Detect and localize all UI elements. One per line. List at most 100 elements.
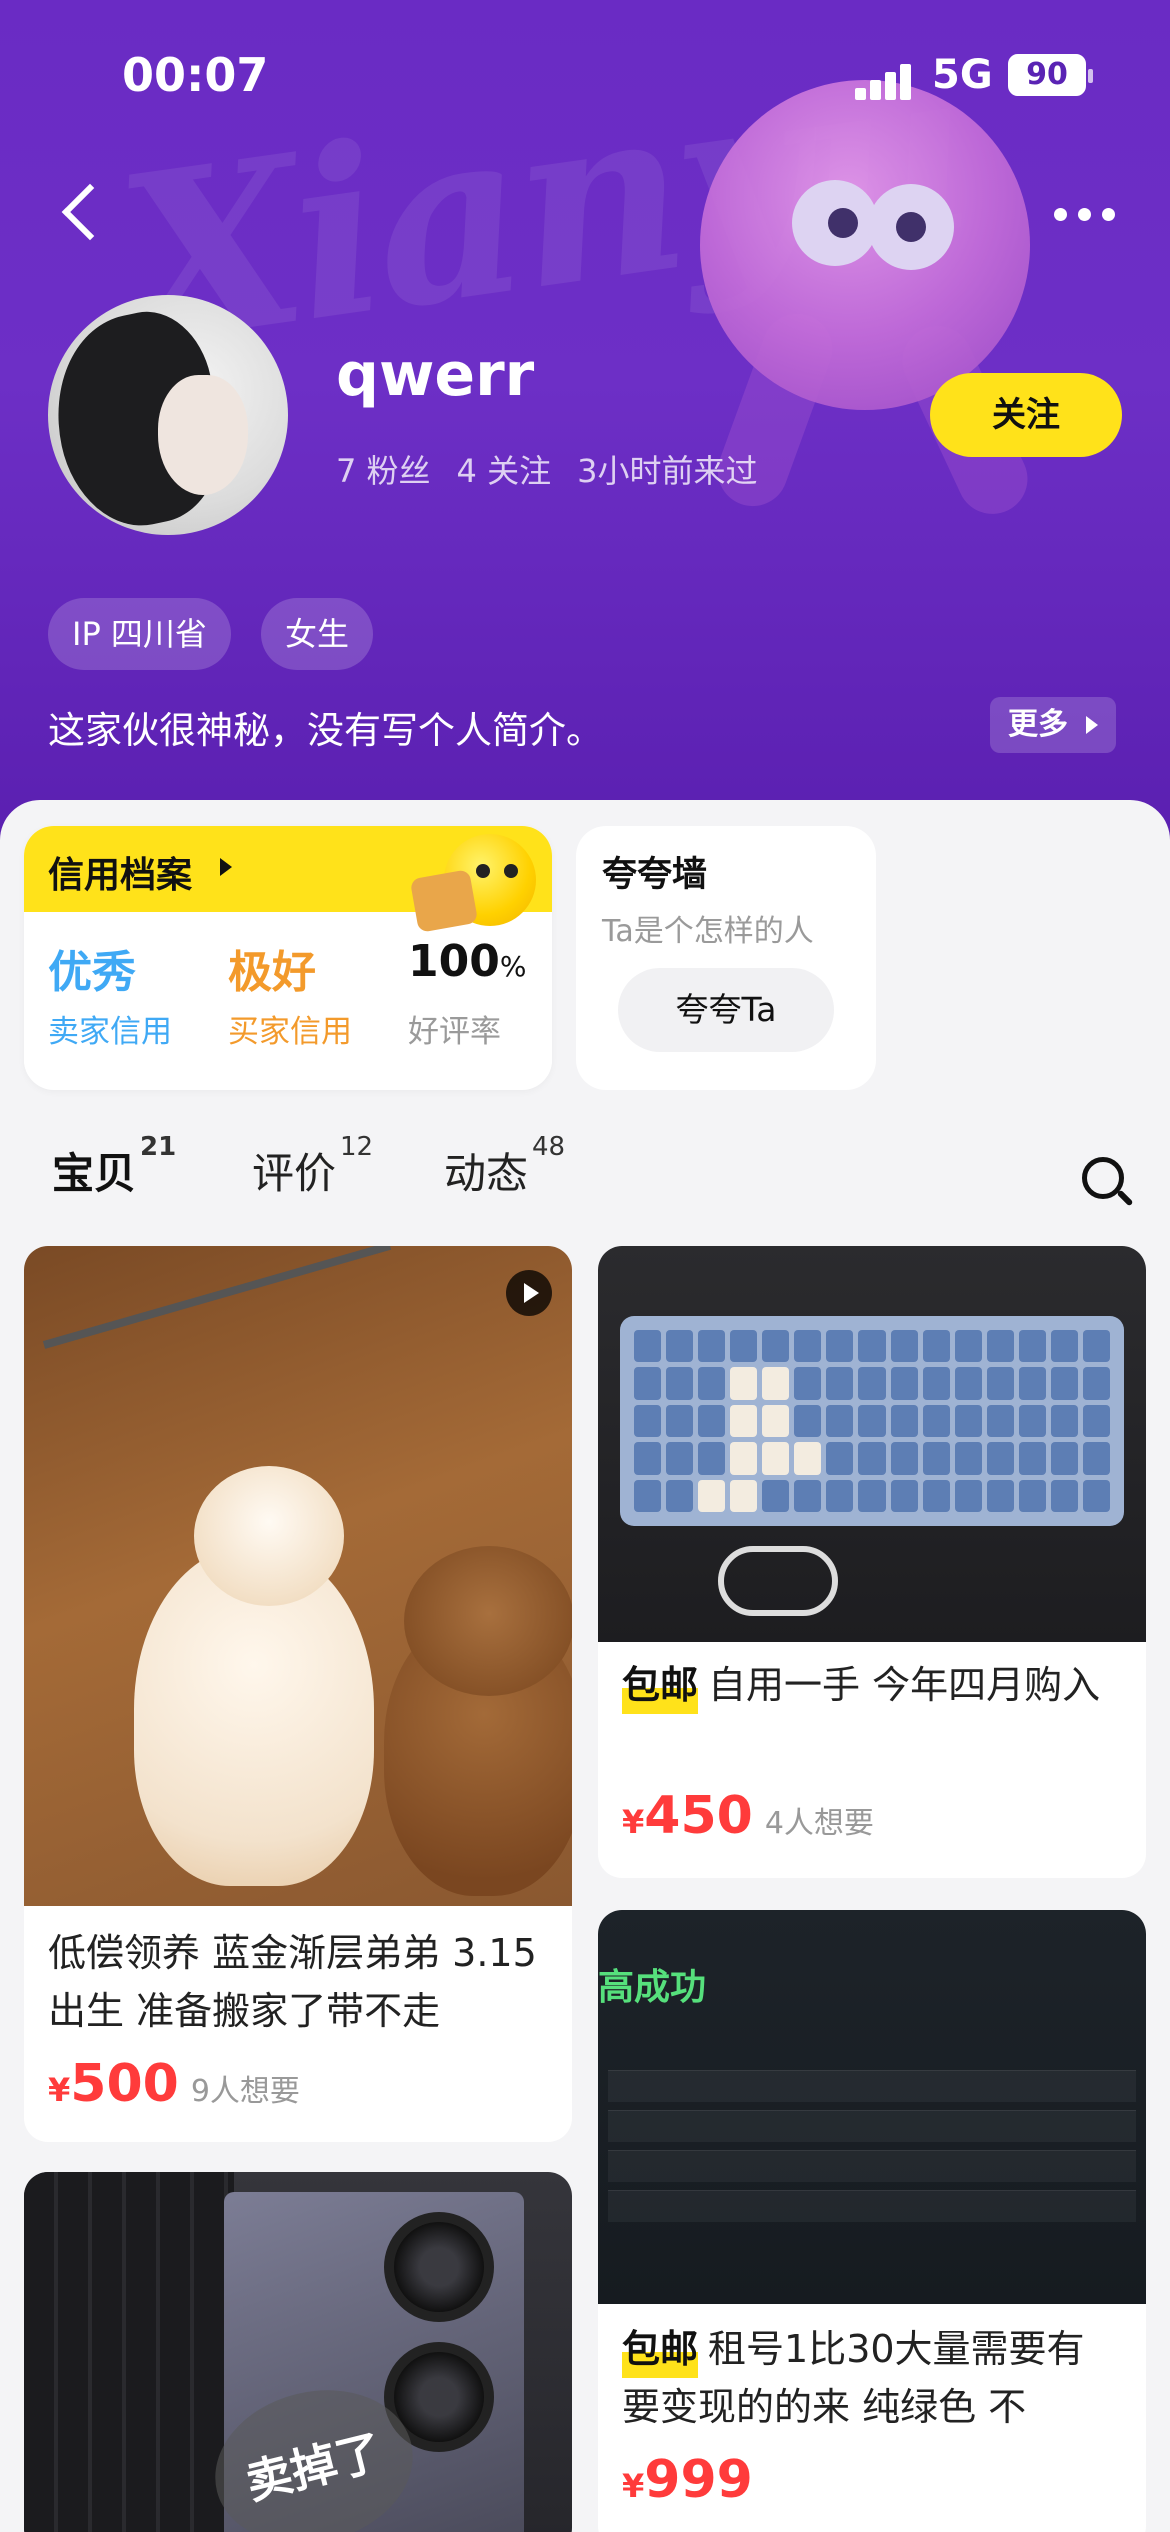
keycap	[858, 1479, 886, 1512]
gender-tag: 女生	[261, 598, 374, 670]
keycap	[762, 1404, 790, 1438]
positive-rate-unit: %	[499, 950, 527, 983]
keycap	[890, 1367, 918, 1400]
keycap	[826, 1330, 854, 1363]
buyer-credit-value: 极好	[228, 947, 316, 998]
keycap	[954, 1330, 982, 1363]
keycap	[922, 1442, 950, 1475]
product-card[interactable]: 高成功 包邮 租号1比30大量需要有要变现的的来 纯绿色 不 ¥999	[598, 1910, 1146, 2532]
keycap	[666, 1404, 694, 1438]
more-options-icon[interactable]	[1050, 195, 1120, 235]
product-title: 包邮 自用一手 今年四月购入	[622, 1656, 1122, 1714]
last-seen: 3小时前来过	[577, 452, 758, 490]
following-count[interactable]: 4 关注	[457, 446, 552, 492]
keycap	[730, 1479, 758, 1512]
keycap	[730, 1330, 758, 1363]
keycap	[794, 1404, 822, 1438]
product-title: 包邮 租号1比30大量需要有要变现的的来 纯绿色 不	[622, 2320, 1122, 2436]
keycap	[826, 1442, 854, 1475]
keycap	[1050, 1442, 1078, 1475]
free-shipping-tag: 包邮	[622, 2320, 699, 2378]
buyer-credit: 极好 买家信用	[228, 936, 352, 1051]
signal-icon	[855, 60, 915, 100]
keycap	[890, 1442, 918, 1475]
keycap	[794, 1367, 822, 1400]
praise-wall-card[interactable]: 夸夸墙 Ta是个怎样的人 夸夸Ta	[576, 826, 876, 1090]
keycap	[634, 1367, 662, 1400]
keycap	[634, 1442, 662, 1475]
keycap	[986, 1404, 1014, 1438]
username: qwerr	[336, 340, 535, 410]
tab-items[interactable]: 宝贝21	[52, 1132, 176, 1201]
network-type: 5G	[932, 52, 993, 98]
seller-credit: 优秀 卖家信用	[48, 936, 172, 1051]
product-card[interactable]: 卖掉了	[24, 2172, 572, 2532]
bio-text: 这家伙很神秘，没有写个人简介。	[48, 709, 603, 752]
keycap	[762, 1330, 790, 1363]
keycap	[858, 1330, 886, 1363]
bio-more-button[interactable]: 更多	[990, 697, 1116, 753]
back-icon[interactable]	[52, 178, 112, 248]
product-card[interactable]: 低偿领养 蓝金渐层弟弟 3.15出生 准备搬家了带不走 ¥500 9人想要	[24, 1246, 572, 2142]
keycap	[858, 1404, 886, 1438]
keycap	[1082, 1367, 1110, 1400]
chevron-right-icon	[220, 858, 232, 876]
tab-items-label: 宝贝	[52, 1149, 137, 1198]
keycap	[890, 1404, 918, 1438]
keycap	[1018, 1404, 1046, 1438]
keycap	[634, 1330, 662, 1363]
keycap	[1050, 1330, 1078, 1363]
keycap	[890, 1330, 918, 1363]
search-icon[interactable]	[1080, 1155, 1136, 1211]
tab-reviews-label: 评价	[252, 1149, 337, 1198]
keycap	[954, 1442, 982, 1475]
keycap	[698, 1330, 726, 1363]
keycap	[1050, 1367, 1078, 1400]
chick-mascot-icon	[409, 834, 536, 934]
keycap	[794, 1442, 822, 1475]
tab-reviews[interactable]: 评价12	[252, 1132, 373, 1201]
keycap	[954, 1404, 982, 1438]
avatar[interactable]	[48, 295, 288, 535]
keycap	[698, 1479, 726, 1512]
follow-button[interactable]: 关注	[930, 373, 1122, 457]
price-row: ¥500 9人想要	[48, 2054, 300, 2114]
battery-icon: 90	[1008, 54, 1093, 96]
credit-profile-card[interactable]: 信用档案 优秀 卖家信用 极好 买家信用 100% 好评率	[24, 826, 552, 1090]
keycap	[826, 1367, 854, 1400]
credit-header: 信用档案	[24, 826, 552, 933]
keycap	[762, 1442, 790, 1475]
keycap	[1082, 1442, 1110, 1475]
keycap	[922, 1404, 950, 1438]
currency-symbol: ¥	[622, 2467, 645, 2505]
keycap	[1018, 1367, 1046, 1400]
video-play-icon	[506, 1270, 552, 1316]
keycap	[1018, 1330, 1046, 1363]
status-bar: 00:07 5G 90	[0, 40, 1170, 110]
keycap	[1050, 1479, 1078, 1512]
keycap	[666, 1367, 694, 1400]
praise-title: 夸夸墙	[602, 855, 708, 895]
praise-button[interactable]: 夸夸Ta	[618, 968, 834, 1052]
tab-updates[interactable]: 动态48	[444, 1132, 565, 1201]
seller-credit-value: 优秀	[48, 947, 136, 998]
product-card[interactable]: 包邮 自用一手 今年四月购入 ¥450 4人想要	[598, 1246, 1146, 1878]
keycap	[794, 1479, 822, 1512]
keycap	[634, 1404, 662, 1438]
product-price: 500	[70, 2054, 179, 2114]
keycap	[986, 1442, 1014, 1475]
keycap	[762, 1367, 790, 1400]
positive-rate: 100% 好评率	[408, 936, 526, 1051]
positive-rate-value: 100	[408, 936, 500, 987]
product-price: 450	[644, 1786, 753, 1846]
keycap	[922, 1367, 950, 1400]
keycap	[922, 1479, 950, 1512]
keycap	[986, 1479, 1014, 1512]
keycap	[826, 1479, 854, 1512]
fans-count[interactable]: 7 粉丝	[336, 446, 431, 492]
free-shipping-tag: 包邮	[622, 1656, 699, 1714]
keycap	[634, 1479, 662, 1512]
status-time: 00:07	[122, 48, 269, 102]
keycap	[762, 1479, 790, 1512]
keycap	[666, 1442, 694, 1475]
